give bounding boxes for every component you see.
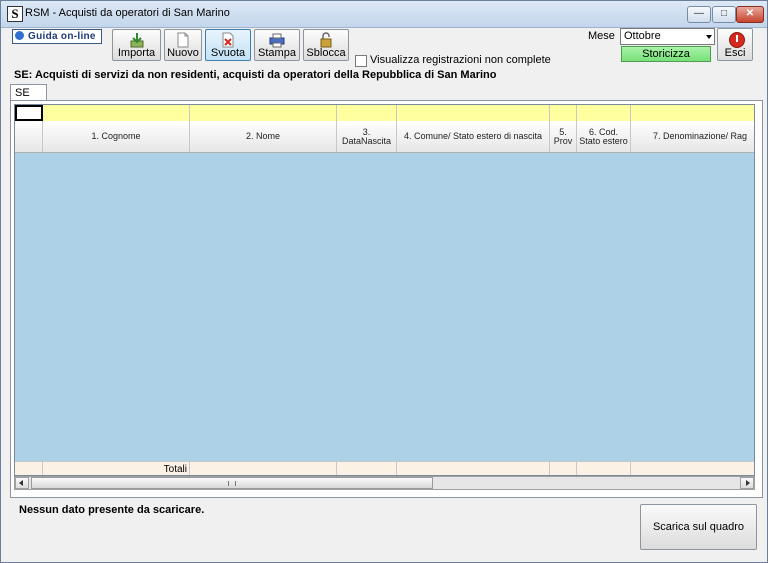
app-logo-icon: S [7,6,23,22]
printer-icon [269,33,285,48]
totals-cell [15,462,43,475]
import-label: Importa [117,47,156,59]
online-guide-button[interactable]: Guida on-line [12,29,102,44]
scrollbar-thumb[interactable] [31,477,433,489]
minimize-button[interactable]: — [687,6,711,23]
incomplete-records-checkbox[interactable] [355,55,367,67]
exit-button[interactable]: Esci [717,28,753,61]
import-button[interactable]: Importa [112,29,161,61]
clear-label: Svuota [210,47,246,59]
online-guide-label: Guida on-line [28,31,96,42]
scrollbar-grip-icon [228,481,236,486]
filter-cell[interactable] [577,105,631,121]
download-to-frame-button[interactable]: Scarica sul quadro [640,504,757,550]
import-icon [130,33,143,48]
scroll-right-button[interactable] [740,477,754,489]
close-window-button[interactable]: ✕ [736,6,764,23]
window-title: RSM - Acquisti da operatori di San Marin… [25,7,230,19]
clear-button[interactable]: Svuota [205,29,251,61]
filter-cell[interactable] [550,105,577,121]
chevron-down-icon [706,35,712,39]
maximize-button[interactable]: □ [712,6,736,23]
print-button[interactable]: Stampa [254,29,300,61]
scroll-right-icon [746,480,750,486]
status-message: Nessun dato presente da scaricare. [19,504,205,516]
print-label: Stampa [258,47,296,59]
totals-cell [550,462,577,475]
filter-cell[interactable] [397,105,550,121]
totals-cell [577,462,631,475]
grid-selected-cell[interactable] [15,105,43,121]
column-header-prov[interactable]: 5. Prov [550,121,577,152]
unlock-button[interactable]: Sblocca [303,29,349,61]
grid-header-row: 1. Cognome 2. Nome 3. DataNascita 4. Com… [15,121,754,153]
app-window: S RSM - Acquisti da operatori di San Mar… [0,0,768,563]
tab-se[interactable]: SE [10,84,47,100]
column-header-denominazione[interactable]: 7. Denominazione/ Rag [631,121,754,152]
incomplete-records-label: Visualizza registrazioni non complete [370,54,551,66]
month-label: Mese [588,30,615,42]
column-header-cognome[interactable]: 1. Cognome [43,121,190,152]
month-select-value: Ottobre [624,30,661,42]
column-header-comune[interactable]: 4. Comune/ Stato estero di nascita [397,121,550,152]
clear-icon [222,32,234,48]
unlock-label: Sblocca [306,47,346,59]
filter-cell[interactable] [337,105,397,121]
month-select[interactable]: Ottobre [620,28,715,45]
totals-cell [190,462,337,475]
storicizza-button[interactable]: Storicizza [621,46,711,62]
filter-cell[interactable] [190,105,337,121]
column-header-data-nascita[interactable]: 3. DataNascita [337,121,397,152]
row-header-corner [15,121,43,152]
filter-cell[interactable] [43,105,190,121]
section-heading: SE: Acquisti di servizi da non residenti… [14,69,497,81]
scroll-left-button[interactable] [15,477,29,489]
internet-explorer-icon [15,31,24,40]
column-header-cod-stato[interactable]: 6. Cod. Stato estero [577,121,631,152]
filter-cell[interactable] [631,105,754,121]
data-grid[interactable]: 1. Cognome 2. Nome 3. DataNascita 4. Com… [14,104,755,476]
padlock-icon [320,32,332,48]
scroll-left-icon [19,480,23,486]
new-button[interactable]: Nuovo [164,29,202,61]
new-document-icon [177,32,189,48]
totals-label: Totali [43,462,190,475]
totals-cell [631,462,754,475]
grid-filter-row [15,105,754,122]
power-icon [729,32,745,48]
column-header-nome[interactable]: 2. Nome [190,121,337,152]
grid-totals-row: Totali [15,461,754,475]
new-label: Nuovo [167,47,199,59]
totals-cell [337,462,397,475]
totals-cell [397,462,550,475]
title-bar: S RSM - Acquisti da operatori di San Mar… [1,1,767,28]
horizontal-scrollbar[interactable] [14,476,755,490]
exit-label: Esci [724,47,746,59]
